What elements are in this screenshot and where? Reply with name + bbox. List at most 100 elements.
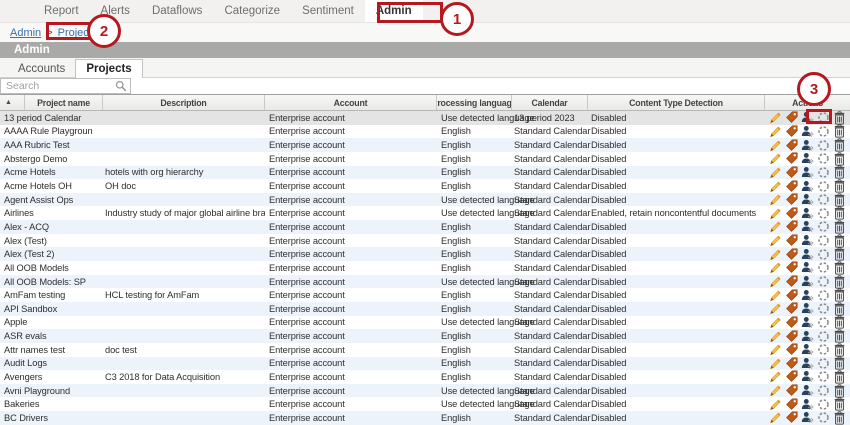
trash-icon[interactable] [833, 289, 846, 302]
user-permissions-icon[interactable] [801, 207, 814, 220]
edit-pencil-icon[interactable] [769, 384, 782, 397]
tag-icon[interactable] [785, 180, 798, 193]
tag-icon[interactable] [785, 234, 798, 247]
edit-pencil-icon[interactable] [769, 357, 782, 370]
refresh-icon[interactable] [817, 370, 830, 383]
user-permissions-icon[interactable] [801, 357, 814, 370]
user-permissions-icon[interactable] [801, 302, 814, 315]
tab-accounts[interactable]: Accounts [8, 60, 75, 77]
edit-pencil-icon[interactable] [769, 248, 782, 261]
trash-icon[interactable] [833, 302, 846, 315]
search-input[interactable] [4, 79, 115, 93]
trash-icon[interactable] [833, 370, 846, 383]
refresh-icon[interactable] [817, 330, 830, 343]
edit-pencil-icon[interactable] [769, 411, 782, 424]
table-row[interactable]: Avni PlaygroundEnterprise accountUse det… [0, 384, 850, 398]
user-permissions-icon[interactable] [801, 398, 814, 411]
tag-icon[interactable] [785, 330, 798, 343]
user-permissions-icon[interactable] [801, 343, 814, 356]
tag-icon[interactable] [785, 411, 798, 424]
edit-pencil-icon[interactable] [769, 343, 782, 356]
table-row[interactable]: Abstergo DemoEnterprise accountEnglishSt… [0, 152, 850, 166]
edit-pencil-icon[interactable] [769, 316, 782, 329]
trash-icon[interactable] [833, 357, 846, 370]
trash-icon[interactable] [833, 125, 846, 138]
table-row[interactable]: Acme Hotels OHOH docEnterprise accountEn… [0, 179, 850, 193]
refresh-icon[interactable] [817, 248, 830, 261]
user-permissions-icon[interactable] [801, 248, 814, 261]
edit-pencil-icon[interactable] [769, 330, 782, 343]
tag-icon[interactable] [785, 111, 798, 124]
trash-icon[interactable] [833, 152, 846, 165]
user-permissions-icon[interactable] [801, 220, 814, 233]
table-row[interactable]: AppleEnterprise accountUse detected lang… [0, 316, 850, 330]
tag-icon[interactable] [785, 207, 798, 220]
edit-pencil-icon[interactable] [769, 370, 782, 383]
table-row[interactable]: AvengersC3 2018 for Data AcquisitionEnte… [0, 370, 850, 384]
refresh-icon[interactable] [817, 316, 830, 329]
table-row[interactable]: API SandboxEnterprise accountEnglishStan… [0, 302, 850, 316]
trash-icon[interactable] [833, 193, 846, 206]
column-header-processing-language[interactable]: Processing language [437, 95, 512, 110]
edit-pencil-icon[interactable] [769, 275, 782, 288]
table-row[interactable]: AAA Rubric TestEnterprise accountEnglish… [0, 138, 850, 152]
column-header-content-type-detection[interactable]: Content Type Detection [588, 95, 765, 110]
table-row[interactable]: Attr names testdoc testEnterprise accoun… [0, 343, 850, 357]
trash-icon[interactable] [833, 384, 846, 397]
tag-icon[interactable] [785, 398, 798, 411]
table-row[interactable]: Alex (Test 2)Enterprise accountEnglishSt… [0, 247, 850, 261]
edit-pencil-icon[interactable] [769, 302, 782, 315]
user-permissions-icon[interactable] [801, 193, 814, 206]
refresh-icon[interactable] [817, 261, 830, 274]
table-row[interactable]: AmFam testingHCL testing for AmFamEnterp… [0, 288, 850, 302]
refresh-icon[interactable] [817, 180, 830, 193]
tag-icon[interactable] [785, 152, 798, 165]
edit-pencil-icon[interactable] [769, 234, 782, 247]
edit-pencil-icon[interactable] [769, 207, 782, 220]
user-permissions-icon[interactable] [801, 289, 814, 302]
user-permissions-icon[interactable] [801, 275, 814, 288]
trash-icon[interactable] [833, 234, 846, 247]
tag-icon[interactable] [785, 384, 798, 397]
table-row[interactable]: AirlinesIndustry study of major global a… [0, 206, 850, 220]
refresh-icon[interactable] [817, 398, 830, 411]
column-header-account[interactable]: Account [265, 95, 437, 110]
column-header-project-name[interactable]: Project name [25, 95, 103, 110]
edit-pencil-icon[interactable] [769, 111, 782, 124]
refresh-icon[interactable] [817, 125, 830, 138]
trash-icon[interactable] [833, 330, 846, 343]
user-permissions-icon[interactable] [801, 125, 814, 138]
user-permissions-icon[interactable] [801, 139, 814, 152]
trash-icon[interactable] [833, 166, 846, 179]
nav-item-report[interactable]: Report [33, 0, 90, 22]
tag-icon[interactable] [785, 220, 798, 233]
column-header-calendar[interactable]: Calendar [512, 95, 588, 110]
refresh-icon[interactable] [817, 384, 830, 397]
tab-projects[interactable]: Projects [75, 59, 142, 78]
table-row[interactable]: All OOB ModelsEnterprise accountEnglishS… [0, 261, 850, 275]
edit-pencil-icon[interactable] [769, 261, 782, 274]
table-row[interactable]: BakeriesEnterprise accountUse detected l… [0, 397, 850, 411]
table-row[interactable]: All OOB Models: SPEnterprise accountUse … [0, 275, 850, 289]
table-row[interactable]: Alex - ACQEnterprise accountEnglishStand… [0, 220, 850, 234]
refresh-icon[interactable] [817, 166, 830, 179]
user-permissions-icon[interactable] [801, 370, 814, 383]
search-icon[interactable] [115, 80, 127, 92]
user-permissions-icon[interactable] [801, 411, 814, 424]
refresh-icon[interactable] [817, 139, 830, 152]
tag-icon[interactable] [785, 166, 798, 179]
refresh-icon[interactable] [817, 207, 830, 220]
nav-item-dataflows[interactable]: Dataflows [141, 0, 214, 22]
user-permissions-icon[interactable] [801, 152, 814, 165]
table-row[interactable]: ASR evalsEnterprise accountEnglishStanda… [0, 329, 850, 343]
trash-icon[interactable] [833, 343, 846, 356]
column-header-sort[interactable]: ▲ [0, 95, 25, 110]
table-row[interactable]: Audit LogsEnterprise accountEnglishStand… [0, 357, 850, 371]
tag-icon[interactable] [785, 302, 798, 315]
user-permissions-icon[interactable] [801, 166, 814, 179]
refresh-icon[interactable] [817, 343, 830, 356]
refresh-icon[interactable] [817, 152, 830, 165]
tag-icon[interactable] [785, 193, 798, 206]
user-permissions-icon[interactable] [801, 330, 814, 343]
trash-icon[interactable] [833, 411, 846, 424]
